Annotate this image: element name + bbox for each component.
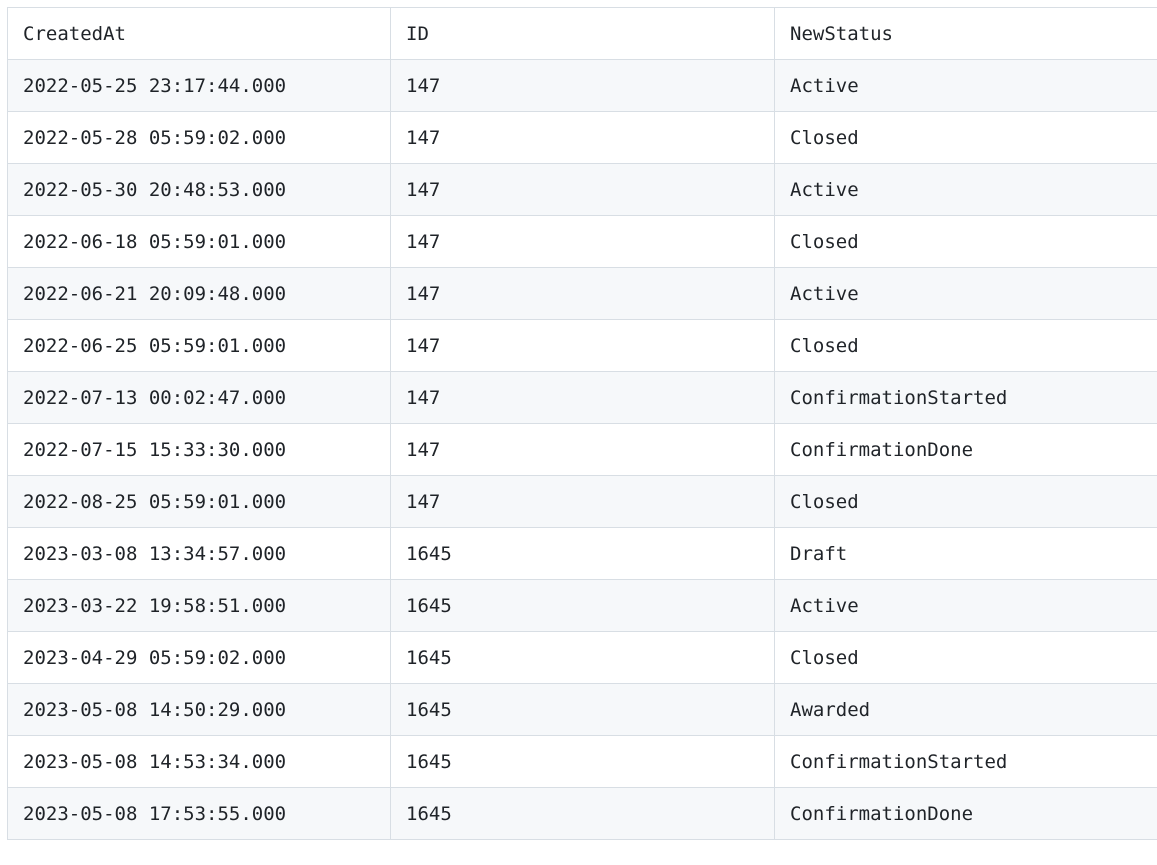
cell-createdat: 2022-06-21 20:09:48.000 [7,267,391,320]
cell-createdat: 2023-05-08 14:50:29.000 [7,683,391,736]
cell-id: 1645 [390,735,775,788]
cell-newstatus: Active [774,59,1157,112]
table-row: 2022-07-13 00:02:47.000 147 Confirmation… [7,371,1157,424]
cell-id: 147 [390,423,775,476]
cell-createdat: 2023-03-22 19:58:51.000 [7,579,391,632]
cell-id: 147 [390,163,775,216]
cell-newstatus: ConfirmationStarted [774,371,1157,424]
table-row: 2023-04-29 05:59:02.000 1645 Closed [7,631,1157,684]
cell-id: 147 [390,215,775,268]
cell-newstatus: Active [774,579,1157,632]
cell-id: 147 [390,267,775,320]
table-row: 2023-05-08 17:53:55.000 1645 Confirmatio… [7,787,1157,840]
cell-id: 1645 [390,787,775,840]
cell-id: 1645 [390,631,775,684]
cell-createdat: 2022-06-18 05:59:01.000 [7,215,391,268]
table-row: 2022-06-21 20:09:48.000 147 Active [7,267,1157,320]
cell-id: 1645 [390,527,775,580]
table-row: 2022-07-15 15:33:30.000 147 Confirmation… [7,423,1157,476]
cell-newstatus: Active [774,267,1157,320]
table-row: 2022-08-25 05:59:01.000 147 Closed [7,475,1157,528]
cell-createdat: 2022-06-25 05:59:01.000 [7,319,391,372]
cell-id: 147 [390,59,775,112]
cell-createdat: 2022-07-15 15:33:30.000 [7,423,391,476]
cell-createdat: 2022-05-30 20:48:53.000 [7,163,391,216]
column-header-id: ID [390,7,775,60]
cell-createdat: 2023-04-29 05:59:02.000 [7,631,391,684]
table-row: 2023-03-08 13:34:57.000 1645 Draft [7,527,1157,580]
cell-newstatus: Active [774,163,1157,216]
column-header-createdat: CreatedAt [7,7,391,60]
cell-newstatus: Closed [774,215,1157,268]
table-row: 2022-06-25 05:59:01.000 147 Closed [7,319,1157,372]
cell-newstatus: ConfirmationDone [774,423,1157,476]
cell-createdat: 2022-05-28 05:59:02.000 [7,111,391,164]
cell-newstatus: Awarded [774,683,1157,736]
cell-createdat: 2023-05-08 17:53:55.000 [7,787,391,840]
cell-createdat: 2022-08-25 05:59:01.000 [7,475,391,528]
cell-newstatus: Closed [774,631,1157,684]
cell-newstatus: Closed [774,111,1157,164]
status-history-table-container: CreatedAt ID NewStatus 2022-05-25 23:17:… [7,7,1157,840]
cell-id: 147 [390,319,775,372]
cell-id: 147 [390,111,775,164]
cell-createdat: 2023-03-08 13:34:57.000 [7,527,391,580]
table-row: 2023-03-22 19:58:51.000 1645 Active [7,579,1157,632]
cell-newstatus: ConfirmationStarted [774,735,1157,788]
cell-createdat: 2023-05-08 14:53:34.000 [7,735,391,788]
table-row: 2022-06-18 05:59:01.000 147 Closed [7,215,1157,268]
cell-id: 1645 [390,579,775,632]
cell-newstatus: ConfirmationDone [774,787,1157,840]
table-body: 2022-05-25 23:17:44.000 147 Active 2022-… [7,59,1157,840]
table-row: 2023-05-08 14:53:34.000 1645 Confirmatio… [7,735,1157,788]
status-history-table: CreatedAt ID NewStatus 2022-05-25 23:17:… [7,7,1157,840]
cell-createdat: 2022-05-25 23:17:44.000 [7,59,391,112]
cell-id: 1645 [390,683,775,736]
cell-newstatus: Closed [774,475,1157,528]
table-row: 2023-05-08 14:50:29.000 1645 Awarded [7,683,1157,736]
column-header-newstatus: NewStatus [774,7,1157,60]
cell-id: 147 [390,475,775,528]
cell-newstatus: Draft [774,527,1157,580]
table-header: CreatedAt ID NewStatus [7,7,1157,60]
header-row: CreatedAt ID NewStatus [7,7,1157,60]
table-row: 2022-05-25 23:17:44.000 147 Active [7,59,1157,112]
cell-id: 147 [390,371,775,424]
table-row: 2022-05-28 05:59:02.000 147 Closed [7,111,1157,164]
cell-newstatus: Closed [774,319,1157,372]
table-row: 2022-05-30 20:48:53.000 147 Active [7,163,1157,216]
cell-createdat: 2022-07-13 00:02:47.000 [7,371,391,424]
